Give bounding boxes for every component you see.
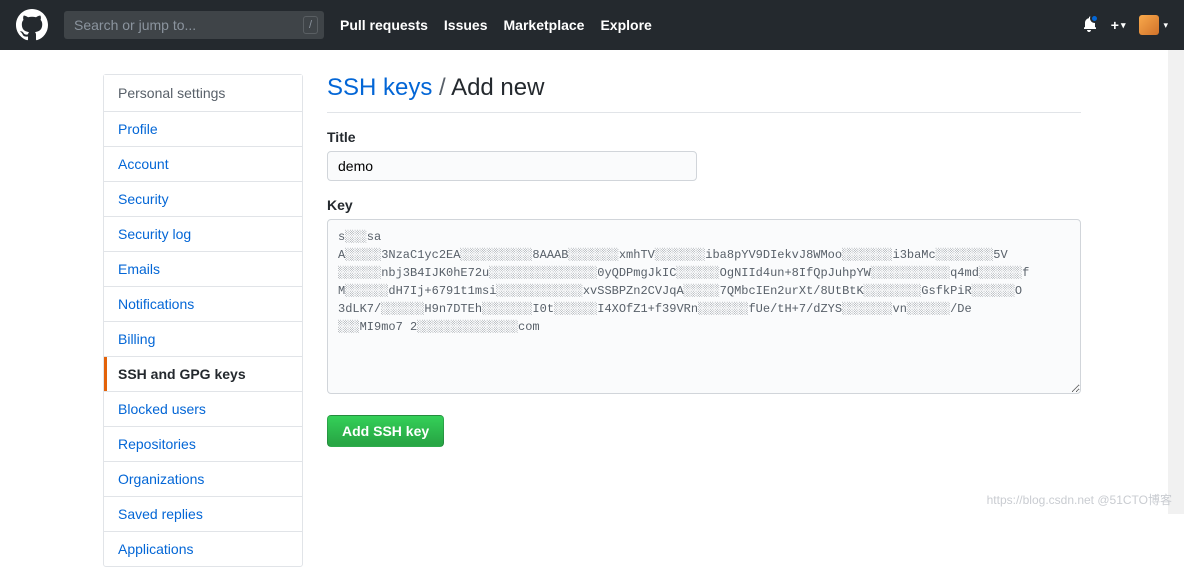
sidebar-item-repositories[interactable]: Repositories (104, 427, 302, 462)
breadcrumb-link-ssh-keys[interactable]: SSH keys (327, 74, 432, 101)
watermark-text: https://blog.csdn.net @51CTO博客 (987, 491, 1172, 508)
breadcrumb-sep: / (439, 74, 446, 101)
sidebar-item-ssh-gpg-keys: SSH and GPG keys (104, 357, 302, 392)
key-textarea[interactable] (327, 219, 1081, 394)
sidebar-item-account[interactable]: Account (104, 147, 302, 182)
create-new-dropdown[interactable]: +▾ (1111, 17, 1126, 33)
nav-issues[interactable]: Issues (444, 17, 488, 33)
add-ssh-key-button[interactable]: Add SSH key (327, 415, 444, 447)
sidebar-item-notifications[interactable]: Notifications (104, 287, 302, 322)
sidebar-item-security[interactable]: Security (104, 182, 302, 217)
sidebar-title: Personal settings (104, 75, 302, 112)
key-label: Key (327, 197, 1081, 213)
sidebar-item-emails[interactable]: Emails (104, 252, 302, 287)
page-title: SSH keys / Add new (327, 74, 1081, 113)
slash-key-icon: / (303, 16, 318, 34)
notifications-icon[interactable] (1081, 16, 1097, 35)
sidebar-item-organizations[interactable]: Organizations (104, 462, 302, 497)
github-logo-icon[interactable] (16, 9, 48, 41)
title-label: Title (327, 129, 1081, 145)
sidebar-item-saved-replies[interactable]: Saved replies (104, 497, 302, 532)
sidebar-item-billing[interactable]: Billing (104, 322, 302, 357)
breadcrumb-current: Add new (451, 74, 544, 101)
nav-marketplace[interactable]: Marketplace (504, 17, 585, 33)
avatar-icon (1139, 15, 1159, 35)
sidebar-item-security-log[interactable]: Security log (104, 217, 302, 252)
search-input[interactable] (64, 11, 324, 39)
sidebar-item-profile[interactable]: Profile (104, 112, 302, 147)
nav-pull-requests[interactable]: Pull requests (340, 17, 428, 33)
title-input[interactable] (327, 151, 697, 181)
sidebar-item-blocked-users[interactable]: Blocked users (104, 392, 302, 427)
scrollbar[interactable] (1168, 50, 1184, 514)
notification-dot-icon (1090, 14, 1099, 23)
nav-explore[interactable]: Explore (600, 17, 651, 33)
user-menu[interactable]: ▾ (1139, 15, 1168, 35)
sidebar-item-applications[interactable]: Applications (104, 532, 302, 566)
